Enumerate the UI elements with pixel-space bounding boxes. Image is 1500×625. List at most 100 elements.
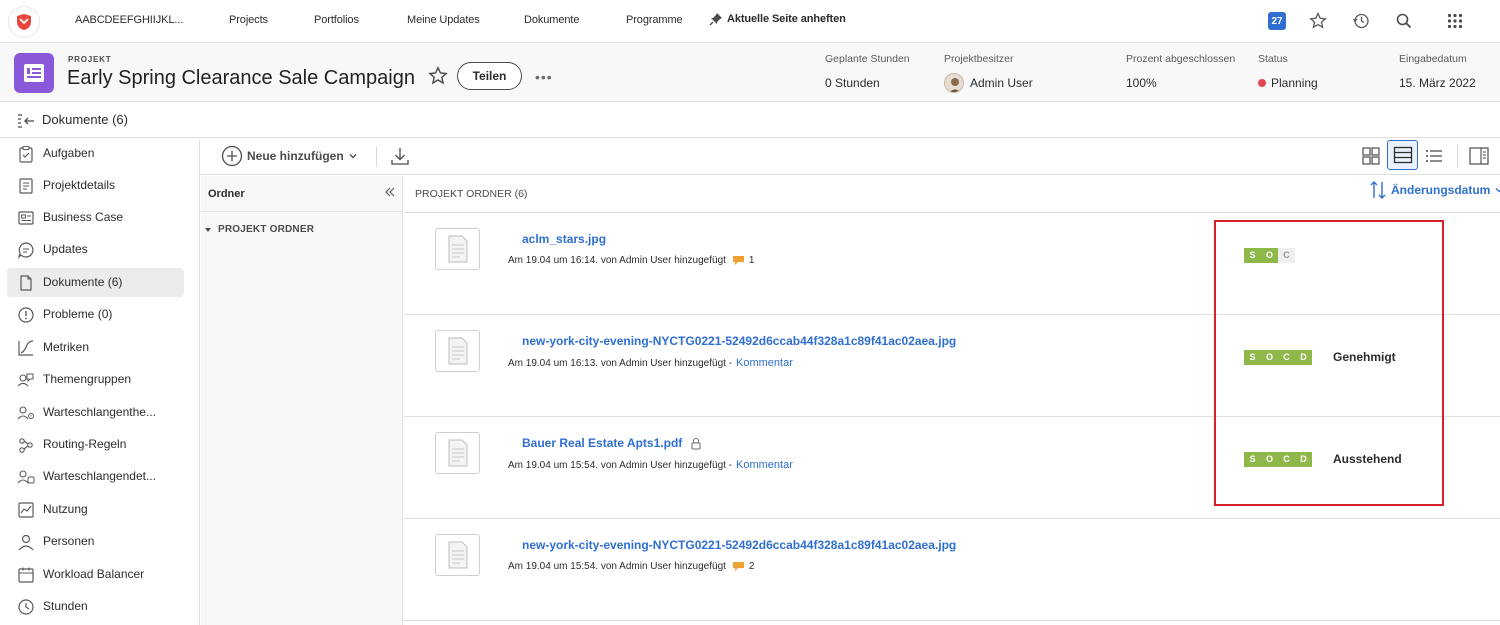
- document-name-text: Bauer Real Estate Apts1.pdf: [522, 436, 683, 450]
- sidebar-item-tasks[interactable]: Aufgaben: [7, 139, 184, 168]
- sidebar-item-label: Nutzung: [43, 502, 88, 516]
- sidebar-item-utilization[interactable]: Nutzung: [7, 495, 184, 524]
- sidebar-item-topic-groups[interactable]: Themengruppen: [7, 365, 184, 394]
- document-name-link[interactable]: new-york-city-evening-NYCTG0221-52492d6c…: [522, 334, 956, 348]
- file-icon: [448, 235, 467, 263]
- comment-count: 1: [748, 255, 755, 266]
- share-button[interactable]: Teilen: [457, 62, 522, 90]
- more-options-button[interactable]: •••: [535, 69, 553, 85]
- grid-view-button[interactable]: [1360, 145, 1382, 172]
- sidebar-item-issues[interactable]: Probleme (0): [7, 300, 184, 329]
- sidebar-item-label: Personen: [43, 534, 95, 548]
- clipboard-check-icon: [19, 145, 33, 163]
- app-logo[interactable]: [9, 7, 39, 37]
- nav-projects[interactable]: Projects: [229, 14, 268, 26]
- plus-circle-icon: [221, 145, 243, 167]
- grid-icon: [1447, 13, 1463, 29]
- sidebar-item-documents[interactable]: Dokumente (6): [7, 268, 184, 297]
- avatar[interactable]: [944, 73, 964, 93]
- document-added-text: Am 19.04 um 15:54. von Admin User hinzug…: [508, 561, 726, 572]
- file-thumbnail[interactable]: [435, 534, 480, 576]
- project-header: PROJEKT Early Spring Clearance Sale Camp…: [0, 44, 1500, 102]
- document-row[interactable]: new-york-city-evening-NYCTG0221-52492d6c…: [404, 519, 1500, 621]
- file-thumbnail[interactable]: [435, 330, 480, 372]
- nav-my-updates[interactable]: Meine Updates: [407, 14, 480, 26]
- folder-title: PROJEKT ORDNER (6): [415, 188, 528, 200]
- sidebar-item-label: Aufgaben: [43, 146, 95, 160]
- sidebar-item-business-case[interactable]: Business Case: [7, 203, 184, 232]
- chart-line-icon: [18, 340, 34, 356]
- app-launcher-button[interactable]: [1444, 10, 1466, 32]
- search-button[interactable]: [1393, 10, 1415, 32]
- sidebar-item-queue-details[interactable]: Warteschlangendet...: [7, 462, 184, 491]
- recents-button[interactable]: [1350, 10, 1372, 32]
- folder-tree-root[interactable]: PROJEKT ORDNER: [204, 224, 314, 235]
- list-view-button[interactable]: [1423, 145, 1445, 172]
- file-icon: [448, 337, 467, 365]
- file-thumbnail[interactable]: [435, 228, 480, 270]
- status-value[interactable]: Planning: [1258, 76, 1318, 90]
- add-new-button[interactable]: Neue hinzufügen: [221, 145, 358, 167]
- download-button[interactable]: [389, 145, 411, 172]
- highlight-box: [1214, 220, 1444, 506]
- star-icon: [428, 65, 448, 85]
- sidebar-item-label: Business Case: [43, 210, 124, 224]
- toggle-details-panel-button[interactable]: [1468, 145, 1490, 172]
- routing-icon: [19, 438, 33, 453]
- document-added-text: Am 19.04 um 16:13. von Admin User hinzug…: [508, 357, 733, 369]
- star-icon: [1309, 12, 1327, 29]
- collapse-folders-button[interactable]: [384, 185, 396, 204]
- status-label: Status: [1258, 53, 1288, 65]
- document-name-link[interactable]: Bauer Real Estate Apts1.pdf: [522, 436, 702, 450]
- project-owner-label: Projektbesitzer: [944, 53, 1014, 65]
- chevron-down-icon: [349, 154, 357, 159]
- nav-programs[interactable]: Programme: [626, 14, 683, 26]
- planned-hours-value: 0 Stunden: [825, 76, 880, 90]
- pin-page-button[interactable]: Aktuelle Seite anheften: [709, 12, 846, 26]
- favorites-button[interactable]: [1307, 10, 1329, 32]
- sidebar-item-workload-balancer[interactable]: Workload Balancer: [7, 560, 184, 589]
- sidebar-item-metrics[interactable]: Metriken: [7, 333, 184, 362]
- sidebar-item-people[interactable]: Personen: [7, 527, 184, 556]
- entry-date-label: Eingabedatum: [1399, 53, 1467, 65]
- sidebar-item-hours[interactable]: Stunden: [7, 592, 184, 621]
- nav-documents[interactable]: Dokumente: [524, 14, 579, 26]
- comment-count: 2: [748, 561, 755, 572]
- sidebar-item-queue-topics[interactable]: Warteschlangenthe...: [7, 398, 184, 427]
- double-chevron-left-icon: [385, 187, 395, 197]
- folder-panel-title: Ordner: [208, 188, 245, 200]
- sidebar-item-routing-rules[interactable]: Routing-Regeln: [7, 430, 184, 459]
- notification-badge[interactable]: 27: [1268, 12, 1286, 30]
- org-name[interactable]: AABCDEEFGHIIJKL...: [75, 14, 183, 26]
- comment-link[interactable]: Kommentar: [736, 459, 793, 471]
- comment-icon[interactable]: [732, 561, 745, 572]
- document-added-text: Am 19.04 um 15:54. von Admin User hinzug…: [508, 459, 733, 471]
- sidebar-item-updates[interactable]: Updates: [7, 235, 184, 264]
- collapse-left-icon: [18, 114, 34, 128]
- document-name-link[interactable]: aclm_stars.jpg: [522, 232, 606, 246]
- entry-date-value: 15. März 2022: [1399, 76, 1476, 90]
- sidebar-item-label: Routing-Regeln: [43, 437, 127, 451]
- sidebar-item-label: Warteschlangendet...: [43, 469, 156, 483]
- sort-dropdown[interactable]: Änderungsdatum: [1369, 180, 1500, 200]
- sidebar-item-label: Dokumente (6): [43, 275, 123, 289]
- collapse-nav-button[interactable]: [16, 113, 36, 134]
- document-name-link[interactable]: new-york-city-evening-NYCTG0221-52492d6c…: [522, 538, 956, 552]
- sidebar-item-project-details[interactable]: Projektdetails: [7, 171, 184, 200]
- chat-group-icon: [17, 373, 34, 387]
- grid-view-icon: [1362, 147, 1380, 165]
- status-text: Planning: [1271, 76, 1318, 90]
- sidebar-item-label: Themengruppen: [43, 372, 132, 386]
- favorite-project-button[interactable]: [428, 65, 448, 91]
- comment-link[interactable]: Kommentar: [736, 357, 793, 369]
- workfront-logo-icon: [17, 14, 31, 30]
- card-view-button[interactable]: [1387, 140, 1418, 170]
- project-owner-value[interactable]: Admin User: [970, 76, 1033, 90]
- nav-portfolios[interactable]: Portfolios: [314, 14, 359, 26]
- chevron-down-icon: [1495, 188, 1500, 193]
- sidebar-item-label: Workload Balancer: [43, 567, 145, 581]
- toolbar-divider: [376, 147, 377, 167]
- file-thumbnail[interactable]: [435, 432, 480, 474]
- comment-icon[interactable]: [732, 255, 745, 266]
- folder-root-label: PROJEKT ORDNER: [218, 224, 315, 235]
